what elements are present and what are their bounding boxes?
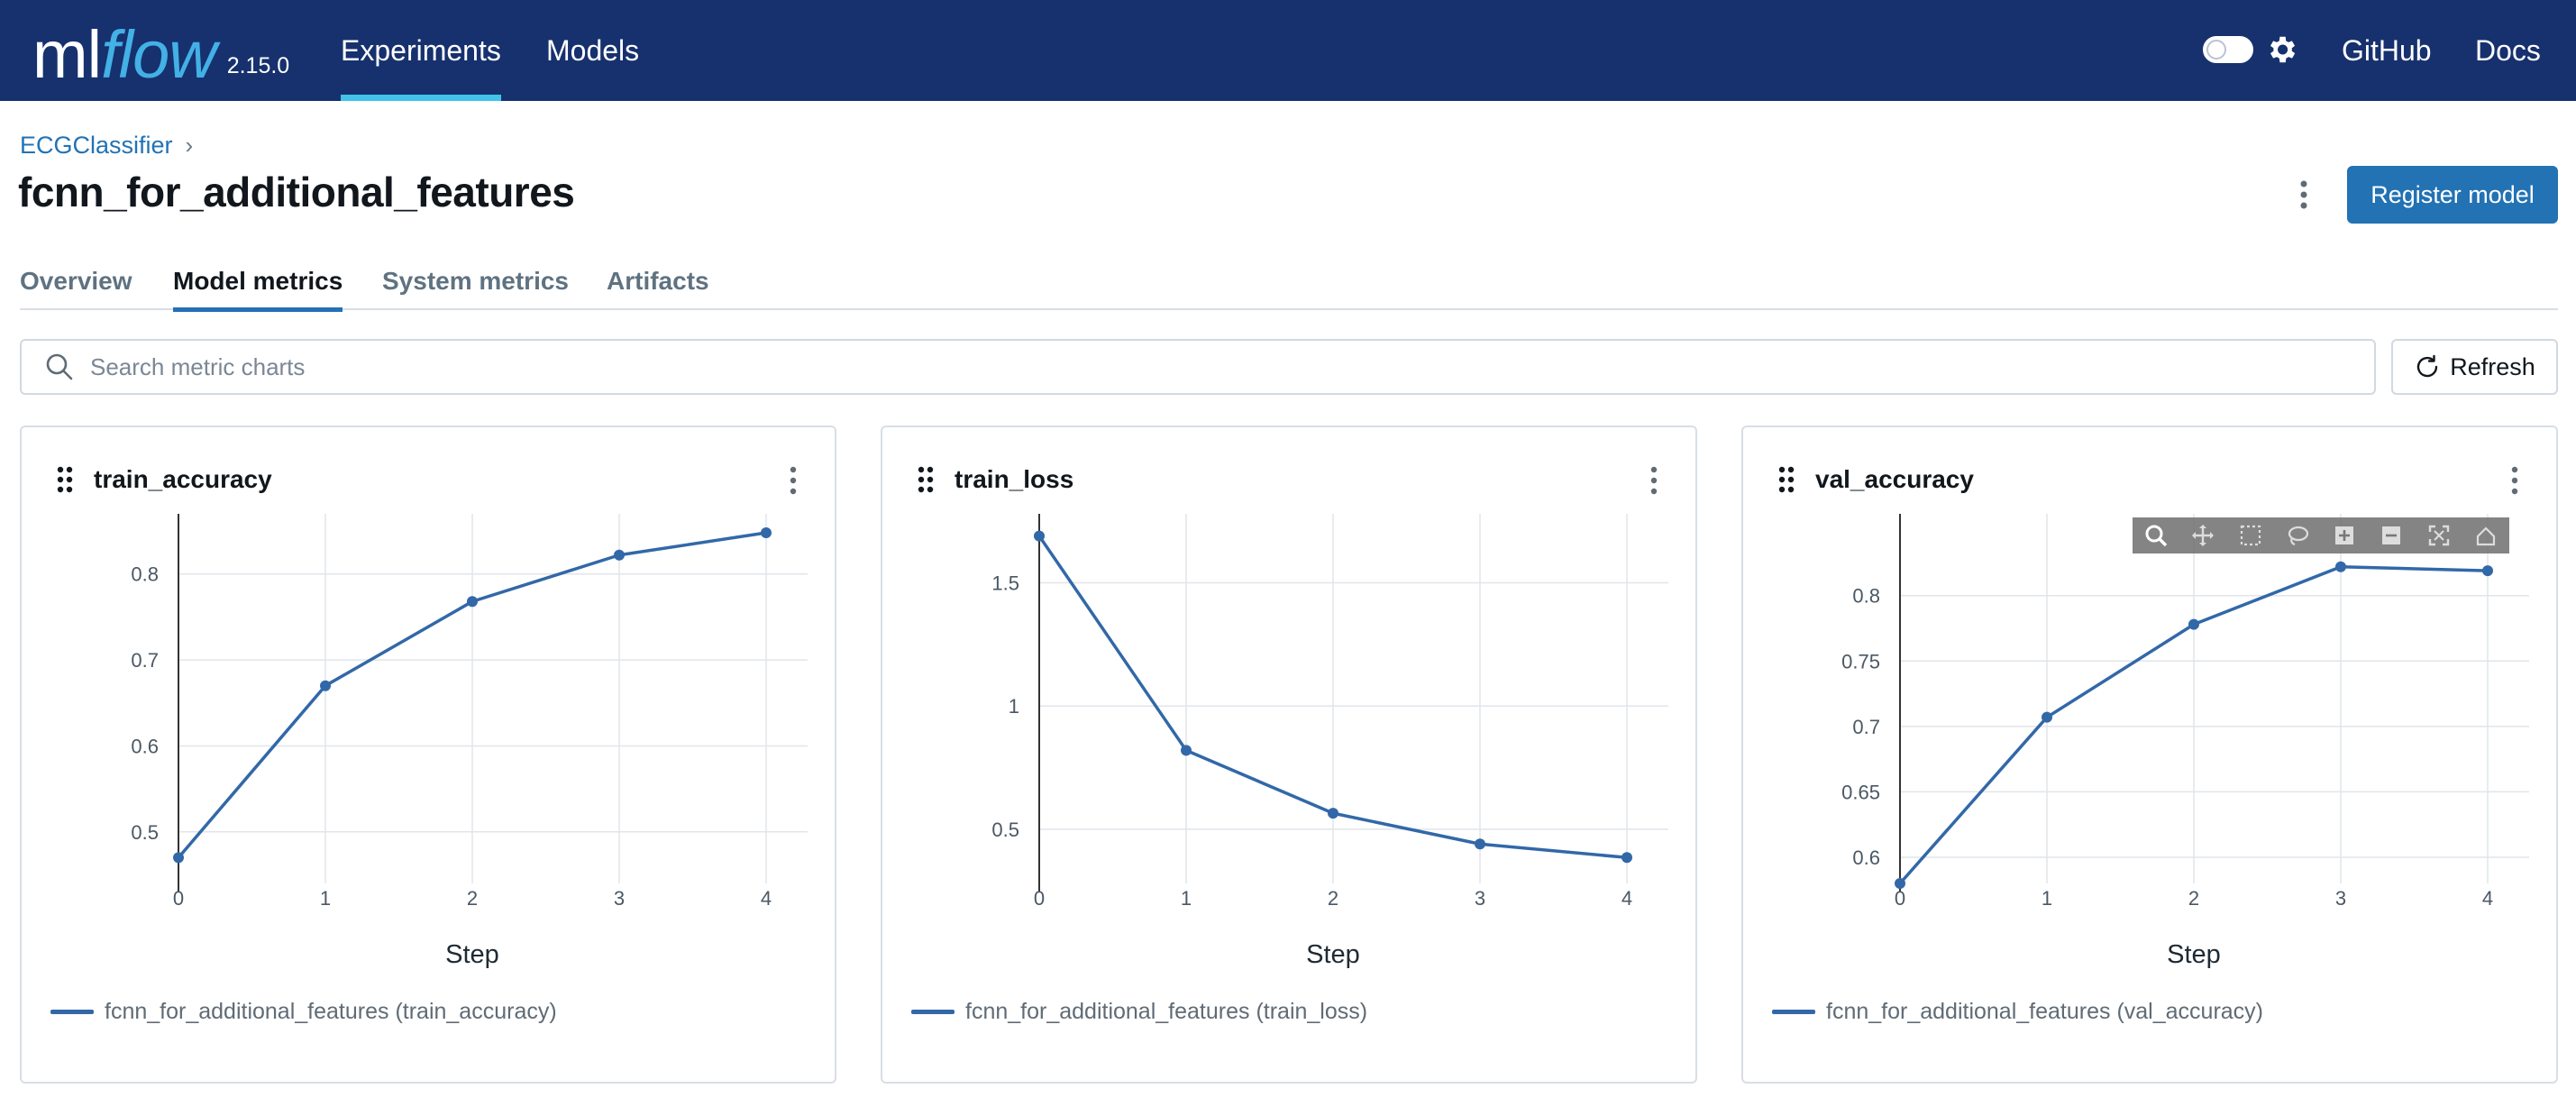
line-chart[interactable]: 0.5 0.6 0.7 0.8 0 1 2 3 4 Step bbox=[22, 427, 838, 1085]
zoom-in-icon[interactable] bbox=[2331, 523, 2358, 548]
zoom-out-icon[interactable] bbox=[2378, 523, 2405, 548]
y-tick-label: 1.5 bbox=[991, 572, 1019, 595]
tab-system-metrics[interactable]: System metrics bbox=[382, 267, 569, 308]
nav-experiments[interactable]: Experiments bbox=[341, 0, 501, 101]
legend-label: fcnn_for_additional_features (val_accura… bbox=[1826, 999, 2263, 1024]
y-tick-label: 0.75 bbox=[1841, 650, 1880, 672]
data-point bbox=[761, 526, 772, 538]
x-axis-label: Step bbox=[445, 940, 499, 969]
x-tick-label: 1 bbox=[1181, 887, 1192, 910]
logo-flow-text: flow bbox=[101, 17, 217, 92]
reset-axes-icon[interactable] bbox=[2472, 523, 2499, 548]
breadcrumb: ECGClassifier › bbox=[20, 132, 193, 160]
x-tick-label: 0 bbox=[1034, 887, 1045, 910]
legend-swatch bbox=[1772, 1010, 1815, 1014]
pan-icon[interactable] bbox=[2189, 523, 2216, 548]
zoom-icon[interactable] bbox=[2142, 523, 2170, 548]
legend-swatch bbox=[50, 1010, 94, 1014]
x-axis-label: Step bbox=[1306, 940, 1360, 969]
chart-card-val-accuracy: val_accuracy 0.6 0.65 0.7 0.75 0.8 0 1 2 3 4 Step … bbox=[1741, 425, 2558, 1084]
chart-modebar bbox=[2133, 517, 2509, 553]
data-point bbox=[1475, 838, 1485, 850]
docs-link[interactable]: Docs bbox=[2475, 0, 2541, 101]
data-point bbox=[1328, 808, 1338, 819]
y-tick-label: 1 bbox=[1009, 695, 1019, 718]
legend-label: fcnn_for_additional_features (train_loss… bbox=[965, 999, 1368, 1024]
nav-models[interactable]: Models bbox=[546, 0, 639, 101]
tab-overview[interactable]: Overview bbox=[20, 267, 132, 308]
gridlines bbox=[178, 514, 808, 883]
x-tick-label: 2 bbox=[467, 887, 478, 910]
x-tick-label: 0 bbox=[173, 887, 184, 910]
line-chart[interactable]: 0.5 1 1.5 0 1 2 3 4 Step bbox=[882, 427, 1699, 1085]
run-tabs: Overview Model metrics System metrics Ar… bbox=[20, 261, 2558, 312]
box-select-icon[interactable] bbox=[2237, 523, 2264, 548]
data-point bbox=[2042, 711, 2052, 723]
x-tick-label: 1 bbox=[2042, 887, 2052, 910]
data-point bbox=[320, 680, 331, 691]
data-point bbox=[2188, 618, 2199, 630]
top-navbar: ml flow 2.15.0 Experiments Models GitHub … bbox=[0, 0, 2576, 101]
x-tick-label: 2 bbox=[1328, 887, 1338, 910]
y-tick-label: 0.8 bbox=[131, 563, 159, 586]
x-tick-label: 1 bbox=[320, 887, 331, 910]
data-point bbox=[2482, 565, 2493, 577]
refresh-label: Refresh bbox=[2450, 352, 2535, 380]
dark-mode-toggle[interactable] bbox=[2203, 36, 2253, 63]
tab-artifacts[interactable]: Artifacts bbox=[607, 267, 709, 308]
x-tick-label: 3 bbox=[1475, 887, 1485, 910]
chart-card-train-loss: train_loss 0.5 1 1.5 0 1 2 3 4 Step fcnn_for_add… bbox=[881, 425, 1697, 1084]
y-tick-label: 0.8 bbox=[1852, 585, 1880, 608]
tab-model-metrics[interactable]: Model metrics bbox=[173, 267, 343, 312]
chevron-right-icon: › bbox=[185, 132, 194, 159]
y-tick-label: 0.5 bbox=[991, 819, 1019, 841]
toggle-knob bbox=[2206, 40, 2226, 59]
data-point bbox=[467, 596, 478, 608]
x-tick-label: 4 bbox=[761, 887, 772, 910]
y-tick-label: 0.7 bbox=[131, 649, 159, 672]
y-tick-label: 0.6 bbox=[131, 735, 159, 757]
legend-swatch bbox=[911, 1010, 955, 1014]
x-tick-label: 4 bbox=[2482, 887, 2493, 910]
data-point bbox=[1895, 878, 1905, 889]
data-point bbox=[173, 852, 184, 864]
data-point bbox=[1181, 745, 1192, 756]
search-box bbox=[20, 339, 2376, 395]
y-tick-label: 0.7 bbox=[1852, 716, 1880, 738]
y-tick-label: 0.6 bbox=[1852, 846, 1880, 869]
chart-card-train-accuracy: train_accuracy 0.5 0.6 0.7 0.8 0 1 2 3 4 Step fcn… bbox=[20, 425, 836, 1084]
search-icon bbox=[46, 353, 73, 380]
version-label: 2.15.0 bbox=[226, 53, 290, 78]
page-title: fcnn_for_additional_features bbox=[18, 169, 575, 215]
x-tick-label: 2 bbox=[2188, 887, 2199, 910]
logo-ml-text: ml bbox=[32, 17, 102, 92]
x-tick-label: 0 bbox=[1895, 887, 1905, 910]
breadcrumb-experiment-link[interactable]: ECGClassifier bbox=[20, 132, 173, 160]
legend-label: fcnn_for_additional_features (train_accu… bbox=[105, 999, 557, 1024]
register-model-button[interactable]: Register model bbox=[2347, 166, 2558, 224]
kebab-icon[interactable] bbox=[2289, 177, 2318, 213]
lasso-icon[interactable] bbox=[2284, 523, 2311, 548]
data-point bbox=[614, 549, 625, 561]
refresh-button[interactable]: Refresh bbox=[2391, 339, 2558, 395]
x-tick-label: 3 bbox=[614, 887, 625, 910]
autoscale-icon[interactable] bbox=[2425, 523, 2453, 548]
y-tick-label: 0.5 bbox=[131, 821, 159, 844]
x-tick-label: 4 bbox=[1621, 887, 1632, 910]
search-input[interactable] bbox=[88, 352, 2255, 382]
github-link[interactable]: GitHub bbox=[2342, 0, 2432, 101]
x-axis-label: Step bbox=[2167, 940, 2221, 969]
y-tick-label: 0.65 bbox=[1841, 781, 1880, 803]
x-tick-label: 3 bbox=[2335, 887, 2346, 910]
data-point bbox=[1034, 530, 1045, 542]
data-point bbox=[2335, 561, 2346, 572]
gridlines bbox=[1038, 514, 1668, 883]
refresh-icon bbox=[2417, 354, 2438, 378]
chart-legend[interactable]: fcnn_for_additional_features (train_accu… bbox=[50, 999, 557, 1025]
data-point bbox=[1621, 852, 1632, 864]
chart-legend[interactable]: fcnn_for_additional_features (val_accura… bbox=[1772, 999, 2263, 1025]
mlflow-logo[interactable]: ml flow 2.15.0 bbox=[32, 5, 289, 96]
chart-legend[interactable]: fcnn_for_additional_features (train_loss… bbox=[911, 999, 1367, 1025]
gear-icon[interactable] bbox=[2264, 32, 2298, 67]
